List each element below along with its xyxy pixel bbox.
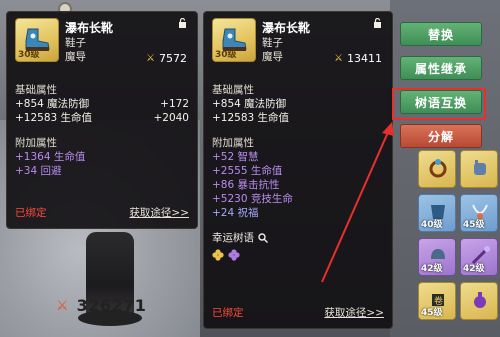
base-attributes-title: 基础属性 [212, 84, 254, 96]
item-name: 瀑布长靴 [65, 21, 114, 35]
inventory-slot[interactable]: 卷 45级 [418, 282, 456, 320]
item-level: 30级 [215, 50, 237, 60]
base-stat: +854 魔法防御 [212, 98, 287, 110]
item-info: 瀑布长靴 鞋子 魔导 [65, 18, 113, 72]
lucky-tree-language: 幸运树语 [212, 230, 384, 245]
extra-attributes-title: 附加属性 [212, 137, 254, 149]
compared-item-tooltip: 30级 瀑布长靴 鞋子 魔导 ⚔ 13411 基础属性 +854 魔法防御 +1… [203, 11, 393, 329]
crossed-swords-icon: ⚔ [146, 53, 155, 64]
crossed-swords-icon: ⚔ [56, 297, 69, 314]
extra-stat: +24 祝福 [212, 207, 259, 219]
item-school: 魔导 [65, 51, 86, 63]
search-icon[interactable] [258, 232, 268, 243]
base-stat-row: +854 魔法防御 [212, 97, 384, 111]
item-footer: 已绑定 获取途径>> [15, 205, 189, 220]
base-stat-row: +12583 生命值 [212, 111, 384, 125]
decompose-button[interactable]: 分解 [400, 124, 482, 148]
base-stat-row: +12583 生命值 +2040 [15, 111, 189, 125]
lucky-title: 幸运树语 [212, 232, 254, 244]
item-type: 鞋子 [65, 37, 86, 49]
inventory-slot[interactable] [460, 282, 498, 320]
item-score: ⚔ 7572 [146, 52, 187, 65]
glove-icon [474, 160, 486, 175]
item-school: 魔导 [262, 51, 283, 63]
base-stat-bonus: +172 [160, 98, 189, 110]
source-link[interactable]: 获取途径>> [324, 305, 384, 320]
extra-stat: +2555 生命值 [212, 165, 283, 177]
combat-power: ⚔ 326271 [56, 296, 146, 315]
item-icon: 30级 [212, 18, 256, 62]
item-header: 30级 瀑布长靴 鞋子 魔导 ⚔ 13411 [212, 18, 384, 72]
item-score-value: 7572 [159, 52, 187, 65]
inventory-slot[interactable]: 40级 [418, 194, 456, 232]
slot-level: 40级 [421, 220, 443, 230]
ring-icon [429, 159, 447, 178]
base-attributes-title: 基础属性 [15, 84, 57, 96]
source-link[interactable]: 获取途径>> [129, 205, 189, 220]
slot-level: 42级 [421, 264, 443, 274]
item-name: 瀑布长靴 [262, 21, 311, 35]
lock-icon[interactable] [373, 18, 382, 28]
lock-icon[interactable] [178, 18, 187, 28]
item-score-value: 13411 [347, 52, 382, 65]
purple-clover-icon [228, 249, 240, 261]
slot-level: 45级 [421, 308, 443, 318]
inherit-attributes-button[interactable]: 属性继承 [400, 56, 482, 80]
item-type: 鞋子 [262, 37, 283, 49]
highlight-box [392, 88, 486, 120]
extra-stat: +52 智慧 [212, 151, 259, 163]
item-header: 30级 瀑布长靴 鞋子 魔导 ⚔ 7572 [15, 18, 189, 72]
inventory-slot[interactable]: 42级 [418, 238, 456, 276]
base-stat-bonus: +2040 [153, 112, 189, 124]
item-info: 瀑布长靴 鞋子 魔导 [262, 18, 310, 72]
extra-stat: +86 暴击抗性 [212, 179, 280, 191]
item-level: 30级 [18, 50, 40, 60]
item-icon: 30级 [15, 18, 59, 62]
bound-status: 已绑定 [15, 207, 47, 219]
inventory-slot[interactable]: 42级 [460, 238, 498, 276]
extra-attributes-title: 附加属性 [15, 137, 57, 149]
base-stat-row: +854 魔法防御 +172 [15, 97, 189, 111]
yellow-clover-icon [212, 249, 224, 261]
slot-level: 45级 [463, 220, 485, 230]
base-stat: +12583 生命值 [212, 112, 290, 124]
base-stat: +854 魔法防御 [15, 98, 90, 110]
extra-stat: +1364 生命值 [15, 151, 86, 163]
crossed-swords-icon: ⚔ [334, 53, 343, 64]
slot-level: 42级 [463, 264, 485, 274]
base-stat: +12583 生命值 [15, 112, 93, 124]
extra-stat: +5230 竞技生命 [212, 193, 293, 205]
equipped-item-tooltip: 30级 瀑布长靴 鞋子 魔导 ⚔ 7572 基础属性 +854 魔法防御 +17… [6, 11, 198, 229]
replace-button[interactable]: 替换 [400, 22, 482, 46]
item-score: ⚔ 13411 [334, 52, 382, 65]
extra-stat: +34 回避 [15, 165, 62, 177]
inventory-slot[interactable]: 45级 [460, 194, 498, 232]
bound-status: 已绑定 [212, 307, 244, 319]
potion-icon [474, 292, 486, 308]
lucky-icons [212, 249, 384, 261]
item-footer: 已绑定 获取途径>> [212, 305, 384, 320]
combat-power-value: 326271 [76, 296, 147, 315]
